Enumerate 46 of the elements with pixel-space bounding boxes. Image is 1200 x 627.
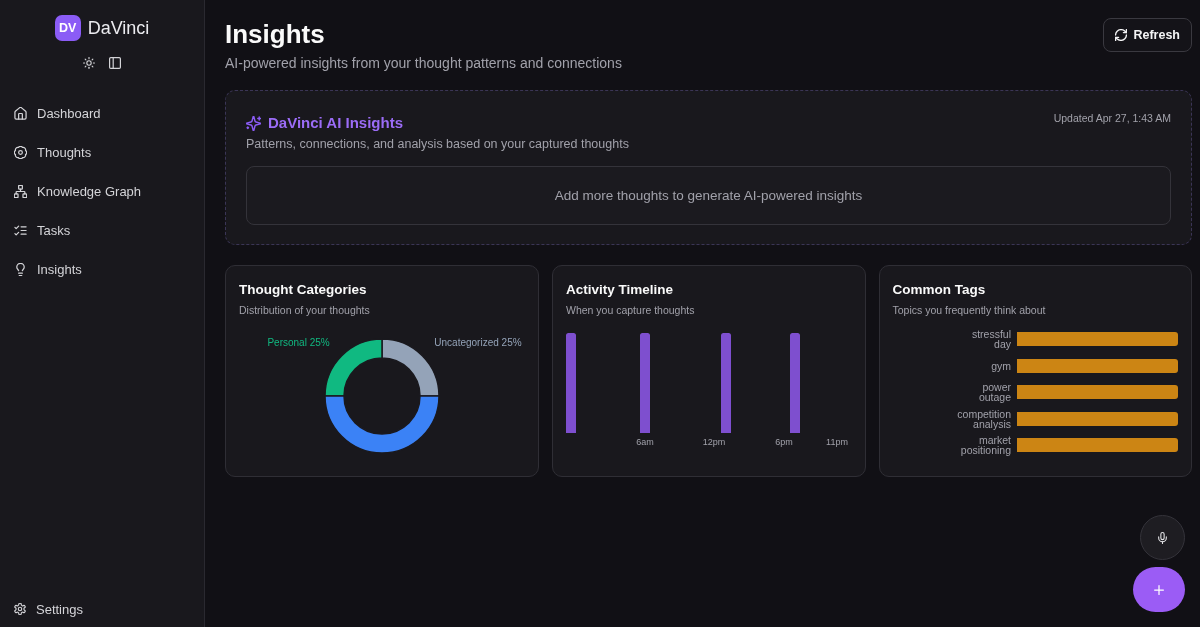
card-subtitle: When you capture thoughts bbox=[566, 304, 696, 317]
time-label: 12pm bbox=[703, 437, 726, 448]
card-title: Activity Timeline bbox=[566, 282, 675, 298]
updated-time: Updated Apr 27, 1:43 AM bbox=[1053, 111, 1171, 125]
card-subtitle: Topics you frequently think about bbox=[892, 304, 1047, 317]
add-button[interactable] bbox=[1133, 567, 1185, 612]
app-name: DaVinci bbox=[87, 17, 150, 39]
nav-item[interactable]: Dashboard bbox=[0, 94, 204, 133]
empty-state-message: Add more thoughts to generate AI-powered insights bbox=[554, 188, 863, 203]
ai-insights-description: Patterns, connections, and analysis based on your captured thoughts bbox=[246, 136, 630, 152]
nav-item[interactable]: Tasks bbox=[0, 211, 204, 250]
settings-icon bbox=[14, 603, 26, 615]
time-label: 6pm bbox=[775, 437, 793, 448]
sun-icon[interactable] bbox=[83, 57, 95, 69]
page-title: Insights bbox=[225, 19, 326, 49]
tag-label: market positioning bbox=[959, 435, 1011, 456]
time-label: 11pm bbox=[826, 437, 849, 448]
nav-item[interactable]: Knowledge Graph bbox=[0, 172, 204, 211]
page-subtitle: AI-powered insights from your thought patterns and connections bbox=[225, 54, 622, 72]
refresh-icon bbox=[1115, 29, 1128, 41]
nav-item[interactable]: Insights bbox=[0, 250, 204, 289]
microphone-icon bbox=[1158, 531, 1167, 544]
tag-label: gym bbox=[990, 360, 1011, 371]
slice-label: Uncategorized 25% bbox=[434, 337, 522, 349]
nav-item[interactable]: Thoughts bbox=[0, 133, 204, 172]
lightbulb-icon bbox=[14, 263, 27, 276]
card-subtitle: Distribution of your thoughts bbox=[239, 304, 371, 317]
microphone-button[interactable] bbox=[1140, 515, 1185, 560]
tag-label: power outage bbox=[977, 382, 1011, 403]
tag-label: competition analysis bbox=[956, 408, 1011, 429]
home-icon bbox=[14, 107, 27, 120]
tag-label: stressful day bbox=[970, 329, 1011, 350]
cog-icon bbox=[14, 146, 27, 159]
ai-insights-title: DaVinci AI Insights bbox=[268, 114, 404, 132]
logo-badge: DV bbox=[54, 15, 81, 41]
sidebar-panel-icon[interactable] bbox=[109, 57, 121, 69]
slice-label: Personal 25% bbox=[267, 337, 330, 349]
refresh-button[interactable]: Refresh bbox=[1103, 18, 1192, 52]
card-title: Common Tags bbox=[892, 282, 987, 298]
checklist-icon bbox=[14, 224, 27, 237]
plus-icon bbox=[1154, 584, 1164, 595]
sparkles-icon bbox=[246, 115, 261, 131]
settings-link[interactable]: Settings bbox=[0, 594, 204, 624]
card-title: Thought Categories bbox=[239, 282, 368, 298]
time-label: 6am bbox=[636, 437, 654, 448]
network-icon bbox=[14, 185, 27, 198]
